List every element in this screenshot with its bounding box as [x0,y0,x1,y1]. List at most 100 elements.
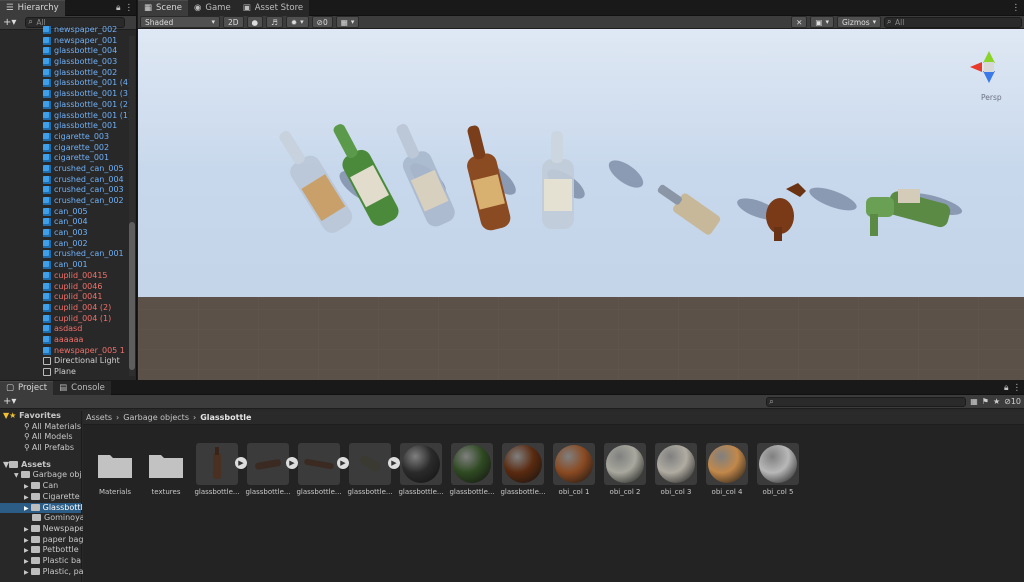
chevron-right-icon[interactable]: ▶ [24,505,29,512]
light-toggle-icon[interactable]: ● [246,16,264,28]
hierarchy-item[interactable]: can_005 [0,207,136,218]
hierarchy-item[interactable]: glassbottle_003 [0,57,136,68]
hierarchy-item[interactable]: glassbottle_001 (4) [0,78,136,89]
scene-viewport[interactable]: Persp [138,29,1024,380]
tab-hierarchy[interactable]: ☰ Hierarchy [0,0,65,16]
hierarchy-item[interactable]: newspaper_005 1 [0,346,136,357]
tree-folder-item[interactable]: ▶ Newspape [0,524,84,535]
tab-project[interactable]: ▢ Project [0,380,54,395]
hierarchy-item[interactable]: crushed_can_003 [0,185,136,196]
hierarchy-item[interactable]: cuplid_004 (2) [0,303,136,314]
filter-type-icon[interactable]: ▦ [970,397,978,406]
breadcrumb-glassbottle[interactable]: Glassbottle [200,413,251,422]
breadcrumb-garbage-objects[interactable]: Garbage objects [123,413,189,422]
hierarchy-item[interactable]: asdasd [0,324,136,335]
scene-search-input[interactable]: All [884,16,1022,28]
hierarchy-item[interactable]: newspaper_001 [0,36,136,47]
hierarchy-item[interactable]: crushed_can_001 [0,249,136,260]
tab-scene[interactable]: ▦ Scene [138,0,188,16]
tree-folder-item[interactable]: ▶ Plastic, pa [0,567,84,578]
chevron-right-icon[interactable] [24,515,30,522]
hidden-packages-icon[interactable]: ⊘10 [1004,397,1021,406]
asset-item[interactable]: glassbottle... [499,443,547,496]
persp-label[interactable]: Persp [981,93,1002,102]
asset-item[interactable]: glassbottle... [397,443,445,496]
asset-item[interactable]: obi_col 5 [754,443,802,496]
shading-mode-dropdown[interactable]: Shaded [140,16,220,28]
asset-item[interactable]: obi_col 3 [652,443,700,496]
hierarchy-item[interactable]: can_001 [0,260,136,271]
hierarchy-item[interactable]: cuplid_004 (1) [0,314,136,325]
hierarchy-scrollbar[interactable] [129,36,135,376]
hierarchy-item[interactable]: crushed_can_002 [0,196,136,207]
hierarchy-item[interactable]: glassbottle_001 (2) [0,100,136,111]
tree-folder-item[interactable]: ▶ Cigarette [0,492,81,503]
effects-dropdown-icon[interactable]: ✹ [285,16,309,28]
hierarchy-item[interactable]: can_004 [0,217,136,228]
chevron-right-icon[interactable]: ▶ [24,569,29,576]
more-icon[interactable]: ⋮ [1012,3,1021,13]
favorite-item[interactable]: ⚲ All Prefabs [0,443,81,454]
hierarchy-item[interactable]: can_002 [0,239,136,250]
hierarchy-item[interactable]: aaaaaa [0,335,136,346]
gizmos-dropdown[interactable]: Gizmos [837,16,881,28]
favorite-item[interactable]: ⚲ All Models [0,432,81,443]
chevron-down-icon[interactable]: ▼ [14,472,19,479]
hierarchy-item[interactable]: cigarette_002 [0,143,136,154]
hierarchy-item[interactable]: Directional Light [0,356,136,367]
tree-folder-item[interactable]: Gominoya [0,513,85,524]
hierarchy-item[interactable]: glassbottle_001 (3) [0,89,136,100]
project-search-input[interactable] [766,396,967,407]
chevron-right-icon[interactable]: ▶ [24,483,29,490]
hierarchy-item[interactable]: glassbottle_001 [0,121,136,132]
tab-console[interactable]: ▤ Console [53,380,111,395]
grid-dropdown-icon[interactable]: ▦ [335,16,360,28]
asset-item[interactable]: ▶ glassbottle... [346,443,400,496]
asset-item[interactable]: ▶ glassbottle... [295,443,349,496]
hierarchy-item[interactable]: cuplid_00415 [0,271,136,282]
hierarchy-item[interactable]: glassbottle_004 [0,46,136,57]
audio-toggle-icon[interactable]: ♬ [266,16,283,28]
chevron-right-icon[interactable]: ▶ [24,526,29,533]
hierarchy-item[interactable]: crushed_can_005 [0,164,136,175]
hierarchy-item[interactable]: cigarette_003 [0,132,136,143]
asset-item[interactable]: obi_col 2 [601,443,649,496]
2d-toggle[interactable]: 2D [223,16,244,28]
hierarchy-item[interactable]: crushed_can_004 [0,175,136,186]
favorites-header[interactable]: ▼★ Favorites [0,411,81,422]
tree-folder-item[interactable]: ▼ Garbage obj [0,470,82,481]
favorite-item[interactable]: ⚲ All Materials [0,422,81,433]
hierarchy-item[interactable]: newspaper_002 [0,25,136,36]
hierarchy-item[interactable]: glassbottle_002 [0,68,136,79]
camera-dropdown-icon[interactable]: ▣ [810,16,834,28]
tree-folder-item[interactable]: ▶ Glassbottl [0,502,83,514]
chevron-right-icon[interactable]: ▶ [24,558,29,565]
hierarchy-item[interactable]: glassbottle_001 (1) [0,111,136,122]
tree-folder-item[interactable]: ▶ Plastic ba [0,556,81,567]
tree-folder-item[interactable]: ▶ Can [0,481,81,492]
chevron-right-icon[interactable]: ▶ [24,547,29,554]
hierarchy-item[interactable]: Plane [0,367,136,378]
asset-item[interactable]: Materials [91,443,139,496]
asset-item[interactable]: obi_col 4 [703,443,751,496]
lock-icon[interactable]: 🔒︎ [1004,383,1009,393]
hidden-objects-icon[interactable]: ⊘ 0 [311,16,333,28]
chevron-right-icon[interactable]: ▶ [24,494,29,501]
chevron-right-icon[interactable]: ▶ [24,537,29,544]
create-asset-button[interactable]: +▾ [3,396,16,407]
asset-item[interactable]: textures [142,443,190,496]
tab-asset-store[interactable]: ▣ Asset Store [236,0,310,16]
tree-folder-item[interactable]: ▶ Petbottle [0,545,81,556]
more-icon[interactable]: ⋮ [125,3,134,13]
hierarchy-item[interactable]: cuplid_0041 [0,292,136,303]
favorite-star-icon[interactable]: ★ [993,397,1000,406]
asset-item[interactable]: ▶ glassbottle... [244,443,298,496]
asset-item[interactable]: ▶ glassbottle... [193,443,247,496]
hierarchy-item[interactable]: cigarette_001 [0,153,136,164]
filter-label-icon[interactable]: ⚑ [982,397,989,406]
asset-item[interactable]: obi_col 1 [550,443,598,496]
breadcrumb-assets[interactable]: Assets [86,413,112,422]
assets-header[interactable]: ▼ Assets [0,460,81,471]
hierarchy-item[interactable]: cuplid_0046 [0,282,136,293]
hierarchy-item[interactable]: can_003 [0,228,136,239]
